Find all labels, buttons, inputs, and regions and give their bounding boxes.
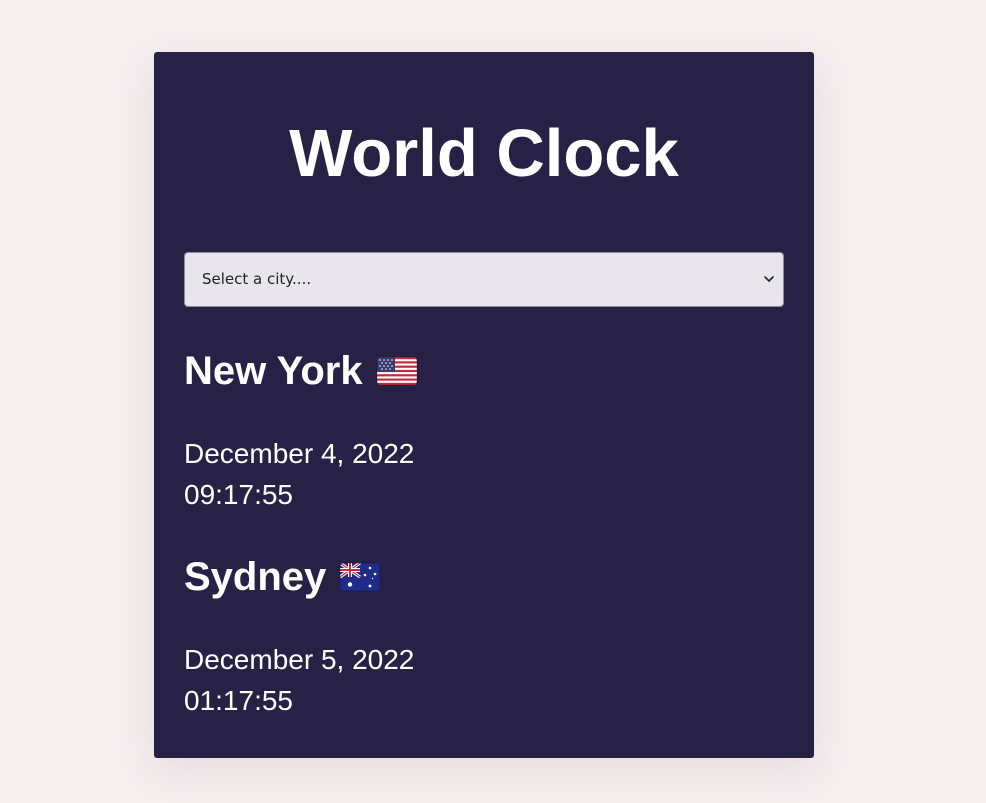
chevron-down-icon (764, 276, 774, 282)
city-name: Sydney (184, 555, 327, 599)
city-select[interactable]: Select a city.... (184, 252, 784, 307)
city-entry-sydney: Sydney December 5, 2022 01:17:55 (184, 555, 784, 721)
australia-flag-icon (339, 562, 381, 592)
city-heading: Sydney (184, 555, 784, 599)
city-name: New York (184, 349, 363, 393)
us-flag-icon (376, 356, 418, 386)
city-time: 09:17:55 (184, 479, 293, 510)
world-clock-card: World Clock Select a city.... New York D… (154, 52, 814, 758)
city-date: December 5, 2022 (184, 644, 415, 675)
city-time: 01:17:55 (184, 685, 293, 716)
page-title: World Clock (289, 116, 679, 191)
city-heading: New York (184, 349, 784, 393)
city-entry-new-york: New York December 4, 2022 09:17:55 (184, 349, 784, 515)
city-select-value: Select a city.... (202, 270, 312, 288)
city-date: December 4, 2022 (184, 438, 415, 469)
